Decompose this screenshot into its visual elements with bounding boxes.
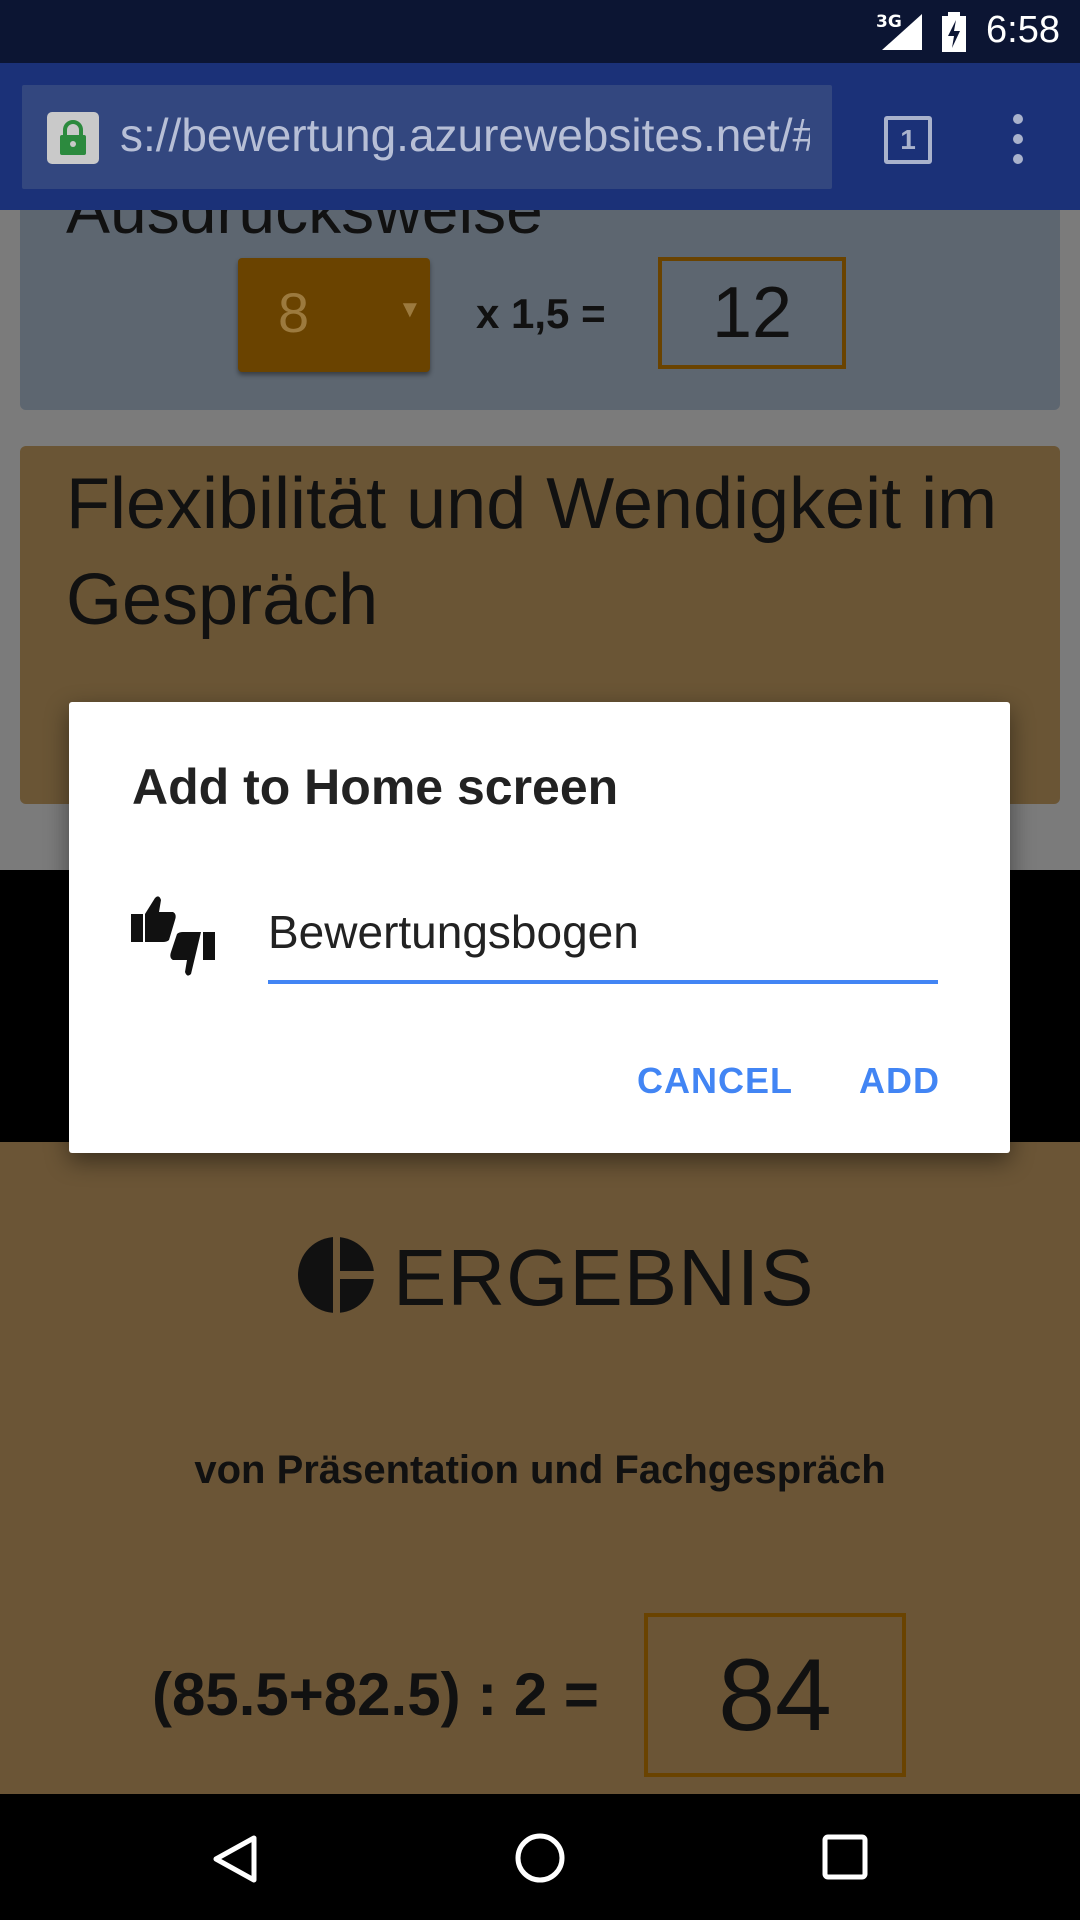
cancel-button[interactable]: CANCEL [637, 1060, 793, 1102]
result-subtitle: von Präsentation und Fachgespräch [194, 1448, 886, 1492]
add-button[interactable]: ADD [859, 1060, 940, 1102]
battery-charging-icon [942, 12, 966, 52]
overflow-menu-icon[interactable] [1008, 114, 1028, 164]
multiplier-label: x 1,5 = [476, 290, 606, 337]
app-name-input[interactable] [268, 902, 938, 962]
result-formula: (85.5+82.5) : 2 = [152, 1661, 599, 1728]
recents-icon[interactable] [822, 1834, 868, 1880]
tab-switcher-button[interactable]: 1 [884, 116, 932, 164]
criteria-title: Flexibilität und Wendigkeit im Gespräch [66, 464, 998, 640]
dialog-title: Add to Home screen [132, 759, 619, 815]
url-text[interactable]: s://bewertung.azurewebsites.net/# [120, 108, 810, 168]
lock-icon[interactable] [47, 112, 99, 164]
score-select[interactable]: 8 ▼ [238, 258, 430, 372]
home-icon[interactable] [514, 1832, 566, 1884]
back-icon[interactable] [210, 1834, 260, 1884]
add-to-home-dialog: Add to Home screen CANCEL ADD [69, 702, 1010, 1153]
criteria-title: Ausdrucksweise [66, 210, 543, 247]
weighted-score: 12 [658, 257, 846, 369]
clock: 6:58 [986, 9, 1060, 51]
final-score: 84 [644, 1613, 906, 1777]
dropdown-arrow-icon: ▼ [398, 296, 422, 323]
criteria-card: Ausdrucksweise 8 ▼ x 1,5 = 12 [20, 210, 1060, 410]
thumbs-up-down-icon [131, 896, 215, 976]
input-underline [268, 980, 938, 984]
signal-icon [882, 14, 922, 50]
score-select-value: 8 [278, 281, 310, 344]
navigation-bar [0, 1794, 1080, 1920]
result-pie-icon [298, 1235, 376, 1315]
result-title: ERGEBNIS [393, 1233, 815, 1322]
